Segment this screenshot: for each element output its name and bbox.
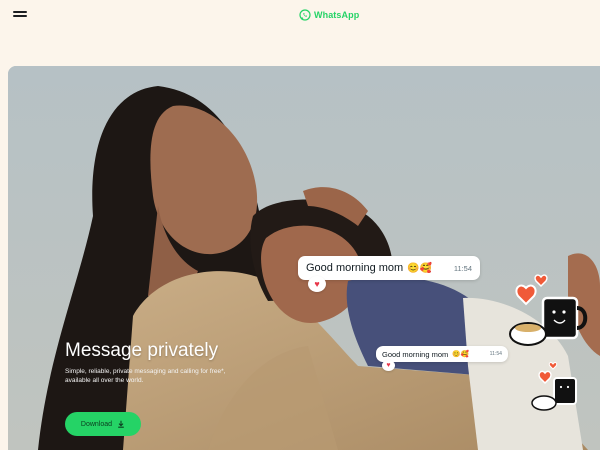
- message-time: 11:54: [489, 351, 502, 357]
- chat-message-text: Good morning mom: [382, 349, 449, 359]
- hero-banner: Good morning mom 😊🥰 11:54 ♥ Good morning…: [8, 66, 600, 450]
- emoji: 😊🥰: [452, 351, 470, 358]
- hero-subtext: Simple, reliable, private messaging and …: [65, 368, 226, 384]
- emoji: 😊🥰: [407, 262, 432, 274]
- message-time: 11:54: [453, 263, 472, 273]
- chat-bubble-small: Good morning mom 😊🥰 11:54: [376, 346, 508, 362]
- logo-text: WhatsApp: [314, 10, 360, 20]
- chat-message-text: Good morning mom: [306, 262, 404, 274]
- whatsapp-logo-icon: [299, 9, 311, 21]
- download-button[interactable]: Download: [65, 412, 141, 436]
- whatsapp-logo[interactable]: WhatsApp: [299, 7, 359, 23]
- top-bar: WhatsApp: [0, 0, 600, 30]
- download-label: Download: [80, 420, 113, 428]
- heart-reaction-icon: ♥: [308, 276, 326, 292]
- hamburger-menu-icon[interactable]: [13, 10, 27, 20]
- chat-bubble-large: Good morning mom 😊🥰 11:54: [298, 256, 480, 280]
- download-arrow-icon: [118, 420, 124, 428]
- hero-headline: Message privately: [65, 340, 219, 361]
- heart-reaction-icon: ♥: [382, 360, 395, 371]
